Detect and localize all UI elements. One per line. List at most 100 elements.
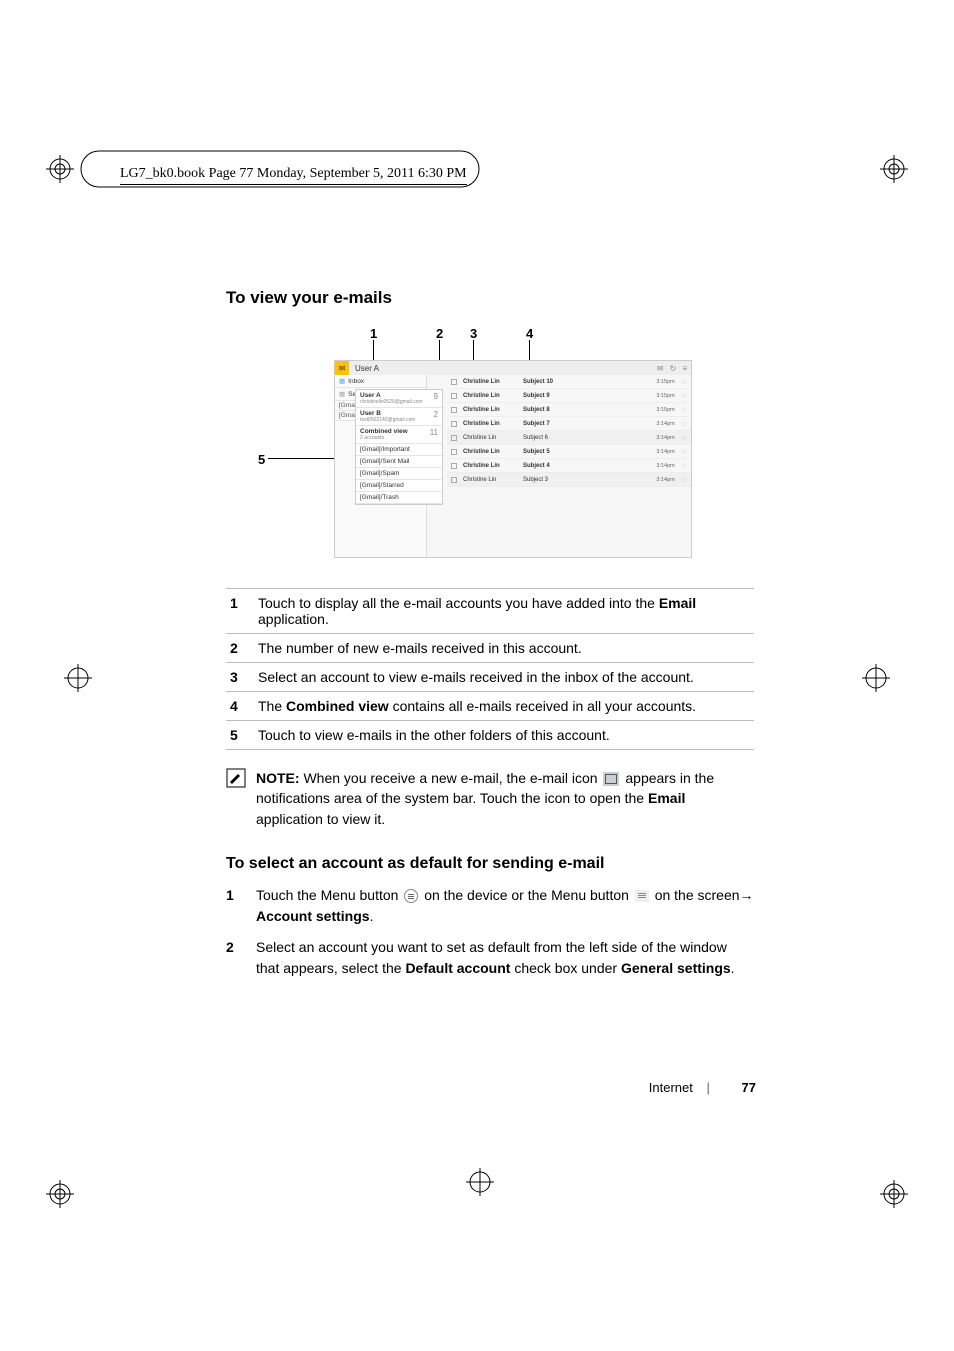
compose-icon: ✉ [657,364,664,373]
folder-starred: [Gmail]/Starred [356,480,442,492]
callout-row-2-text: The number of new e-mails received in th… [254,634,754,663]
email-row-checkbox [451,407,457,413]
email-row-time: 3:15pm [651,393,675,399]
email-row-time: 3:14pm [651,477,675,483]
callout-row-3-text: Select an account to view e-mails receiv… [254,663,754,692]
callout-4: 4 [526,326,533,341]
step-2: 2 Select an account you want to set as d… [226,937,754,979]
reg-mark-mid-left [64,664,92,692]
email-row-sender: Christine Lin [463,379,517,385]
step-1-num: 1 [226,885,242,927]
callout-description-table: 1 Touch to display all the e-mail accoun… [226,588,754,750]
step-1-body: Touch the Menu button on the device or t… [256,885,754,927]
star-icon: ☆ [681,462,687,470]
combined-view-row: Combined view 2 accounts 11 [356,426,442,444]
steps-list: 1 Touch the Menu button on the device or… [226,885,754,979]
folder-spam: [Gmail]/Spam [356,468,442,480]
callout-line-5 [268,458,334,459]
email-row-subject: Subject 6 [523,435,645,441]
email-app-screenshot: ✉ User A ✉ ↻ ≡ ▦Inbox ▦Sent [Gma [Gma [334,360,692,558]
star-icon: ☆ [681,420,687,428]
footer-section: Internet [649,1080,693,1095]
email-row: Christine LinSubject 43:14pm☆ [447,459,691,473]
callout-row-4-text: The Combined view contains all e-mails r… [254,692,754,721]
email-row-time: 3:14pm [651,421,675,427]
combined-count: 11 [430,428,438,437]
reg-mark-top-left [46,155,74,183]
email-notification-icon [603,772,619,786]
email-row-subject: Subject 9 [523,393,645,399]
note-label: NOTE: [256,770,300,786]
callout-3: 3 [470,326,477,341]
callout-1: 1 [370,326,377,341]
step-2-num: 2 [226,937,242,979]
callout-row-4: 4 The Combined view contains all e-mails… [226,692,754,721]
star-icon: ☆ [681,476,687,484]
callout-row-5-text: Touch to view e-mails in the other folde… [254,721,754,750]
email-row-subject: Subject 8 [523,407,645,413]
callout-row-5: 5 Touch to view e-mails in the other fol… [226,721,754,750]
star-icon: ☆ [681,378,687,386]
reg-mark-bottom-right [880,1180,908,1208]
account-b-row: User B test0502140@gmail.com 2 [356,408,442,426]
callout-row-1: 1 Touch to display all the e-mail accoun… [226,589,754,634]
email-screenshot-figure: 1 2 3 4 5 ✉ User A ✉ ↻ ≡ [226,322,754,582]
note-pencil-icon [226,768,246,788]
callout-row-2-num: 2 [226,634,254,663]
email-row-sender: Christine Lin [463,435,517,441]
reg-mark-bottom-left [46,1180,74,1208]
account-a-row: User A christinelin0520@gmail.com 9 [356,390,442,408]
email-row-checkbox [451,421,457,427]
email-row: Christine LinSubject 53:14pm☆ [447,445,691,459]
folder-sent-mail: [Gmail]/Sent Mail [356,456,442,468]
folder-important: [Gmail]/Important [356,444,442,456]
email-top-bar: ✉ User A ✉ ↻ ≡ [335,361,691,375]
refresh-icon: ↻ [670,364,677,373]
email-row: Christine Lin Subject 6 3:14pm ☆ [447,431,691,445]
callout-row-1-num: 1 [226,589,254,634]
screen-menu-button-icon [635,890,649,902]
email-message-list: Christine LinSubject 103:15pm☆Christine … [447,375,691,557]
email-row: Christine LinSubject 73:14pm☆ [447,417,691,431]
email-row-sender: Christine Lin [463,393,517,399]
folder-trash: [Gmail]/Trash [356,492,442,504]
print-header-oval [80,150,480,190]
star-icon: ☆ [681,406,687,414]
note-block: NOTE: When you receive a new e-mail, the… [226,768,754,829]
section-title-view-emails: To view your e-mails [226,288,754,308]
email-row: Christine Lin Subject 9 3:15pm ☆ [447,389,691,403]
email-row: Christine LinSubject 103:15pm☆ [447,375,691,389]
star-icon: ☆ [681,392,687,400]
email-row-subject: Subject 10 [523,379,645,385]
callout-row-3: 3 Select an account to view e-mails rece… [226,663,754,692]
email-row-checkbox [451,449,457,455]
email-row: Christine LinSubject 83:15pm☆ [447,403,691,417]
sidebar-inbox: ▦Inbox [335,375,426,388]
footer-separator: | [707,1080,710,1095]
email-row-sender: Christine Lin [463,421,517,427]
email-account-title: User A [349,364,379,373]
email-row-time: 3:14pm [651,463,675,469]
email-row-subject: Subject 5 [523,449,645,455]
callout-row-4-num: 4 [226,692,254,721]
email-row-sender: Christine Lin [463,407,517,413]
callout-row-2: 2 The number of new e-mails received in … [226,634,754,663]
email-row-sender: Christine Lin [463,463,517,469]
email-row-sender: Christine Lin [463,449,517,455]
callout-row-1-text: Touch to display all the e-mail accounts… [254,589,754,634]
page-footer: Internet | 77 [649,1080,756,1095]
email-row-subject: Subject 3 [523,477,645,483]
note-text: NOTE: When you receive a new e-mail, the… [256,768,754,829]
email-row-checkbox [451,435,457,441]
email-row-checkbox [451,463,457,469]
email-row-checkbox [451,393,457,399]
star-icon: ☆ [681,434,687,442]
email-row-time: 3:14pm [651,435,675,441]
step-1: 1 Touch the Menu button on the device or… [226,885,754,927]
callout-row-3-num: 3 [226,663,254,692]
account-b-count: 2 [434,410,438,419]
footer-page-number: 77 [742,1080,756,1095]
callout-2: 2 [436,326,443,341]
mail-app-icon: ✉ [335,361,349,375]
email-row-checkbox [451,379,457,385]
